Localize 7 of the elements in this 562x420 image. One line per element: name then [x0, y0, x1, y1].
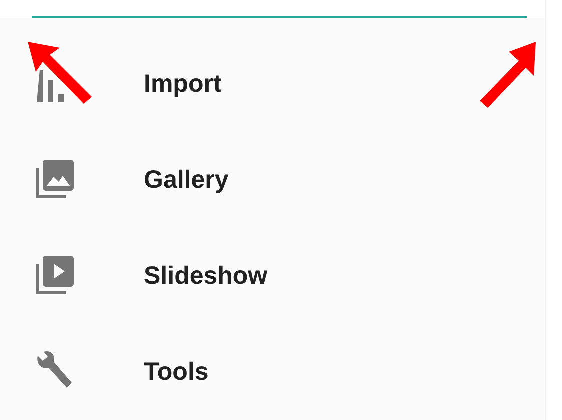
gallery-icon: [34, 160, 74, 200]
menu-item[interactable]: Tools: [0, 324, 545, 420]
slideshow-icon: [34, 256, 74, 296]
menu-item[interactable]: Slideshow: [0, 228, 545, 324]
arrow-icon: [478, 40, 538, 110]
menu-item[interactable]: Import: [0, 36, 545, 132]
menu-item[interactable]: Gallery: [0, 132, 545, 228]
